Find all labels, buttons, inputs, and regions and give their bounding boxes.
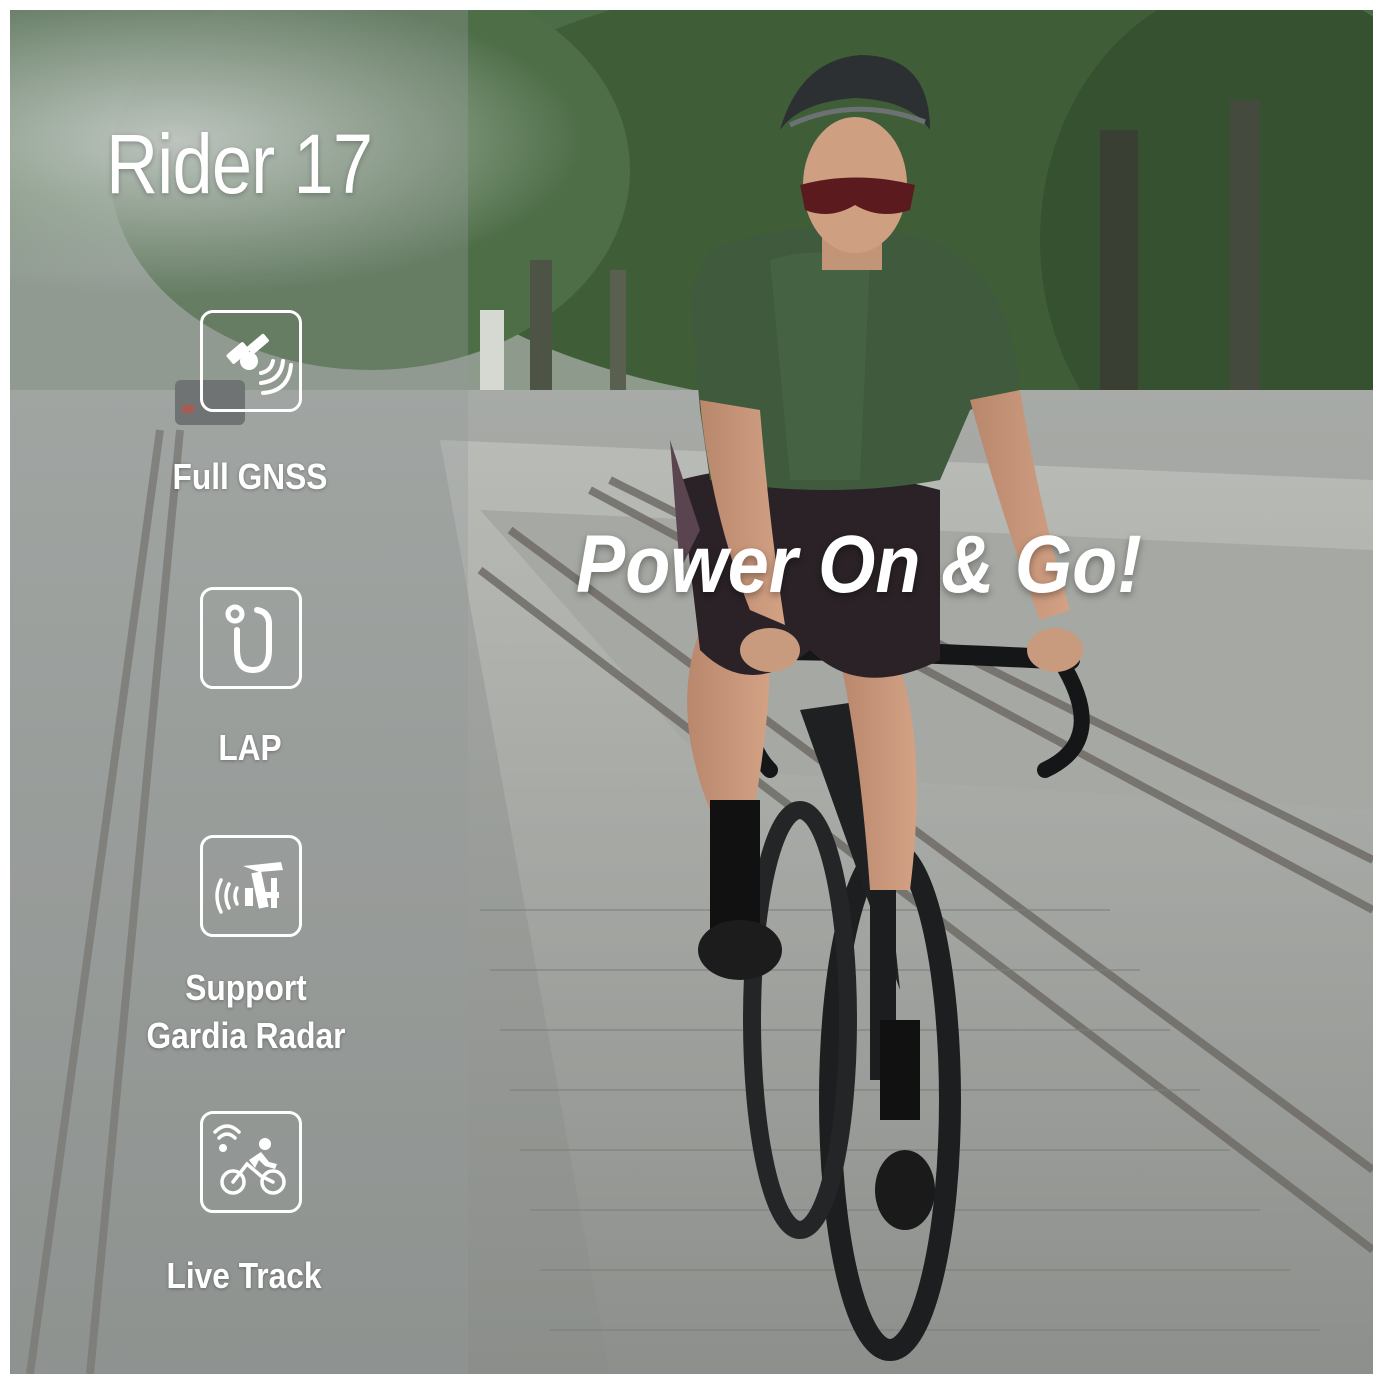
feature-label-line1: Support	[185, 967, 307, 1008]
radar-icon	[200, 835, 302, 937]
lap-icon	[200, 587, 302, 689]
feature-label: LAP	[218, 727, 282, 768]
cyclist-signal-icon	[200, 1111, 302, 1213]
slogan: Power On & Go!	[576, 519, 1142, 610]
product-title: Rider 17	[106, 117, 373, 211]
product-image: Rider 17 Full GNSS LAP Support Gardia Ra…	[10, 10, 1373, 1374]
feature-label-line2: Gardia Radar	[146, 1015, 346, 1056]
satellite-icon	[200, 310, 302, 412]
feature-label: Live Track	[166, 1255, 322, 1296]
feature-label: Full GNSS	[172, 456, 328, 497]
